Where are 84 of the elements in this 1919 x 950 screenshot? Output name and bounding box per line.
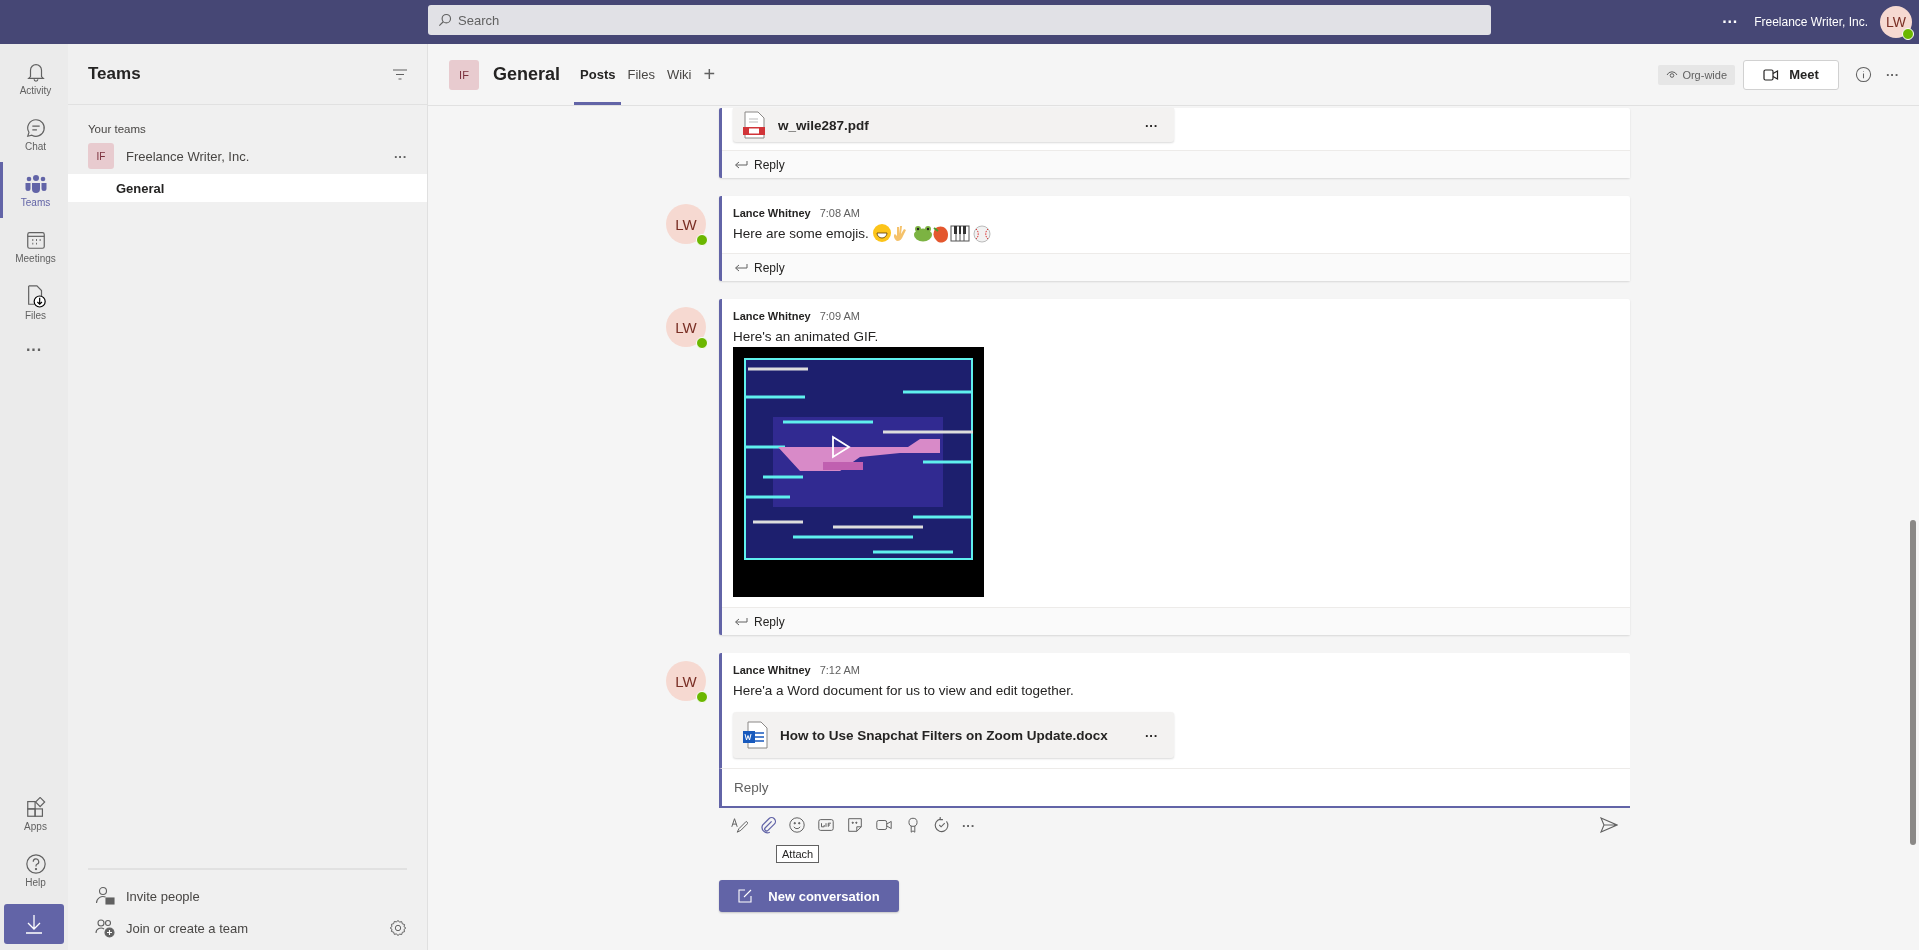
more-apps-button[interactable]: ··· — [0, 330, 68, 370]
app-bar-item[interactable]: Chat — [0, 106, 68, 162]
reply-button[interactable]: Reply — [734, 614, 785, 629]
download-button[interactable] — [4, 904, 64, 944]
channel-title: General — [493, 64, 561, 85]
team-item[interactable]: IF Freelance Writer, Inc. ··· — [68, 141, 427, 171]
word-document-icon — [742, 721, 768, 749]
sidebar-action[interactable]: Join or create a team — [126, 920, 378, 936]
reply-arrow-icon — [734, 616, 748, 627]
search-icon — [438, 13, 452, 27]
presence-icon — [696, 234, 708, 246]
timestamp: 7:09 AM — [819, 310, 860, 322]
timestamp: 7:12 AM — [819, 664, 860, 676]
channel-item[interactable]: General — [68, 174, 427, 202]
reply-arrow-icon — [734, 159, 748, 170]
people-icon — [23, 172, 48, 195]
send-icon[interactable] — [1600, 817, 1618, 833]
file-attachment[interactable]: How to Use Snapchat Filters on Zoom Update.docx ··· — [733, 712, 1174, 758]
compose-icon — [738, 889, 753, 903]
presence-icon — [1902, 28, 1914, 40]
chat-bubble-icon — [24, 116, 47, 139]
user-avatar[interactable]: LW — [1880, 6, 1912, 38]
sidebar-action[interactable]: Invite people — [126, 888, 407, 904]
scrollbar[interactable] — [1910, 520, 1916, 845]
organization-name: Freelance Writer, Inc. — [1754, 15, 1868, 29]
play-icon[interactable] — [831, 435, 851, 459]
timestamp: 7:08 AM — [819, 207, 860, 219]
sidebar-title: Teams — [88, 64, 141, 84]
channel-avatar: IF — [449, 59, 479, 90]
tab[interactable]: Wiki — [660, 44, 698, 105]
more-icon[interactable]: ··· — [1145, 727, 1158, 743]
author-name: Lance Whitney — [733, 207, 811, 219]
user-avatar[interactable]: LW — [666, 204, 706, 244]
app-bar-item[interactable]: Files — [0, 274, 68, 330]
tab[interactable]: Posts — [574, 44, 622, 105]
reply-arrow-icon — [734, 262, 748, 273]
message-text: Here's an animated GIF. — [733, 328, 879, 344]
more-button[interactable]: ··· — [1722, 13, 1739, 31]
add-tab-button[interactable]: + — [703, 63, 716, 86]
apps-icon — [24, 796, 47, 819]
reply-field[interactable]: Reply — [719, 768, 1630, 808]
presence-icon — [696, 691, 708, 703]
eye-icon — [1666, 70, 1679, 79]
new-conversation-button[interactable]: New conversation — [719, 880, 899, 912]
settings-icon[interactable] — [389, 919, 407, 937]
help-icon — [24, 852, 47, 875]
presence-icon — [696, 337, 708, 349]
format-icon[interactable] — [729, 816, 749, 834]
people-add-icon — [95, 918, 115, 938]
author-name: Lance Whitney — [733, 664, 811, 676]
app-bar-item[interactable]: Activity — [0, 50, 68, 106]
badge-label: Org-wide — [1682, 68, 1727, 81]
team-name: Freelance Writer, Inc. — [126, 148, 251, 164]
video-camera-icon — [1763, 67, 1780, 82]
message-text: Here'a a Word document for us to view and edit together. — [733, 682, 1074, 698]
download-icon — [25, 914, 43, 934]
gif-icon[interactable] — [816, 816, 836, 834]
app-bar-item[interactable]: Help — [0, 842, 68, 898]
app-bar-item[interactable]: Meetings — [0, 218, 68, 274]
sticker-icon[interactable] — [845, 816, 865, 834]
more-button[interactable]: ··· — [1886, 67, 1899, 82]
user-avatar[interactable]: LW — [666, 307, 706, 347]
filter-icon[interactable] — [393, 68, 407, 80]
search-field[interactable]: Search — [428, 5, 1491, 35]
reply-button[interactable]: Reply — [734, 260, 785, 275]
more-button[interactable]: ··· — [961, 818, 976, 832]
message-text: Here are some emojis. — [733, 225, 869, 241]
more-icon[interactable]: ··· — [1145, 117, 1158, 133]
smiley-icon[interactable] — [787, 816, 807, 834]
app-bar-item[interactable]: Apps — [0, 786, 68, 842]
tab[interactable]: Files — [621, 44, 661, 105]
section-label: Your teams — [87, 122, 147, 137]
info-icon[interactable] — [1855, 66, 1872, 83]
team-avatar: IF — [88, 143, 114, 169]
more-button[interactable]: ··· — [394, 148, 407, 164]
file-attachment[interactable]: w_wile287.pdf ··· — [733, 108, 1174, 142]
invite-person-icon — [95, 886, 115, 906]
author-name: Lance Whitney — [733, 310, 811, 322]
meet-button[interactable]: Meet — [1743, 59, 1839, 90]
reply-button[interactable]: Reply — [734, 157, 785, 172]
tooltip: Attach — [776, 845, 820, 863]
user-avatar[interactable]: LW — [666, 661, 706, 701]
paperclip-icon[interactable] — [758, 816, 778, 834]
pdf-file-icon — [742, 111, 766, 139]
